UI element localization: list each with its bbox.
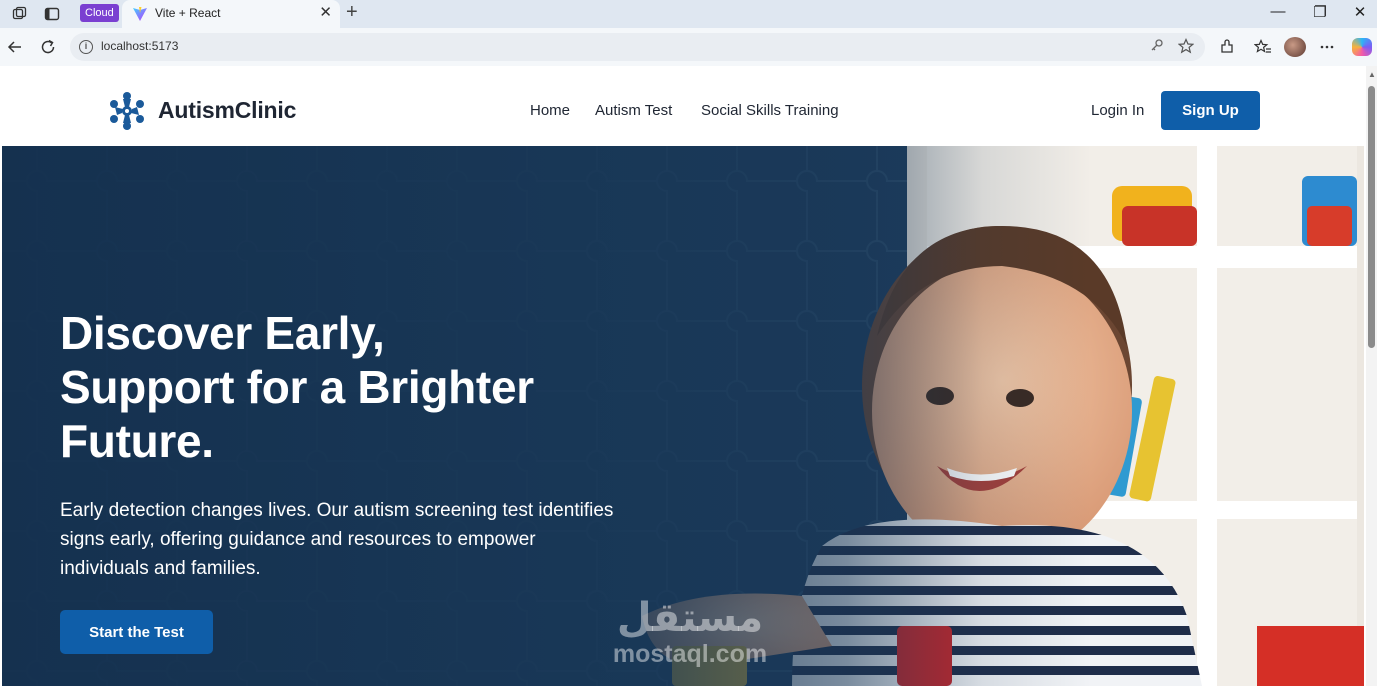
page-scrollbar[interactable]: ▲ xyxy=(1366,66,1377,686)
description-line: signs early, offering guidance and resou… xyxy=(60,529,536,550)
key-icon[interactable] xyxy=(1150,38,1164,56)
window-close-icon[interactable]: ✕ xyxy=(1350,3,1370,21)
hero-headline: Discover Early, Support for a Brighter F… xyxy=(60,306,660,468)
cloud-badge[interactable]: Cloud xyxy=(80,4,119,22)
scrollbar-thumb[interactable] xyxy=(1368,86,1375,348)
sign-up-button[interactable]: Sign Up xyxy=(1161,91,1260,130)
page-viewport: AutismClinic Home Autism Test Social Ski… xyxy=(0,66,1377,686)
watermark-latin: mostaql.com xyxy=(612,640,768,668)
site-navbar: AutismClinic Home Autism Test Social Ski… xyxy=(2,76,1364,146)
description-line: individuals and families. xyxy=(60,558,261,579)
vite-icon xyxy=(133,7,147,21)
restore-icon[interactable]: ❐ xyxy=(1310,3,1330,21)
favorites-icon[interactable] xyxy=(1252,36,1274,58)
hero-description: Early detection changes lives. Our autis… xyxy=(60,496,680,583)
nav-autism-test[interactable]: Autism Test xyxy=(595,102,672,119)
scroll-up-icon[interactable]: ▲ xyxy=(1368,70,1376,79)
logo-icon[interactable] xyxy=(106,90,148,132)
watermark: مستقل mostaql.com xyxy=(600,596,780,668)
copilot-icon[interactable] xyxy=(1352,38,1372,56)
login-link[interactable]: Login In xyxy=(1091,102,1144,119)
more-options-icon[interactable] xyxy=(1316,36,1338,58)
new-tab-icon[interactable]: + xyxy=(346,1,358,24)
watermark-arabic: مستقل xyxy=(616,595,764,641)
profile-avatar[interactable] xyxy=(1284,37,1306,57)
reload-icon[interactable] xyxy=(37,36,59,58)
favorite-star-icon[interactable] xyxy=(1177,38,1195,58)
back-icon[interactable] xyxy=(4,36,26,58)
headline-line: Discover Early, xyxy=(60,307,385,359)
start-test-button[interactable]: Start the Test xyxy=(60,610,213,654)
extensions-icon[interactable] xyxy=(1216,36,1238,58)
nav-social-skills-training[interactable]: Social Skills Training xyxy=(701,102,839,119)
active-tab[interactable]: Vite + React ✕ xyxy=(122,0,340,28)
headline-line: Future. xyxy=(60,415,214,467)
minimize-icon[interactable]: — xyxy=(1268,3,1288,20)
address-bar[interactable]: i localhost:5173 xyxy=(70,33,1205,61)
hero-section: Discover Early, Support for a Brighter F… xyxy=(2,146,1364,686)
workspaces-icon[interactable] xyxy=(11,5,29,23)
headline-line: Support for a Brighter xyxy=(60,361,534,413)
site-info-icon[interactable]: i xyxy=(79,40,93,54)
url-text[interactable]: localhost:5173 xyxy=(101,39,178,53)
browser-toolbar: i localhost:5173 xyxy=(0,28,1377,66)
description-line: Early detection changes lives. Our autis… xyxy=(60,500,614,521)
nav-home[interactable]: Home xyxy=(530,102,570,119)
tab-strip: Cloud Vite + React ✕ + — ❐ ✕ xyxy=(0,0,1377,28)
tab-title: Vite + React xyxy=(155,6,221,20)
web-page: AutismClinic Home Autism Test Social Ski… xyxy=(2,76,1364,686)
close-tab-icon[interactable]: ✕ xyxy=(319,3,332,21)
tab-actions-icon[interactable] xyxy=(43,5,61,23)
brand-name[interactable]: AutismClinic xyxy=(158,97,296,124)
